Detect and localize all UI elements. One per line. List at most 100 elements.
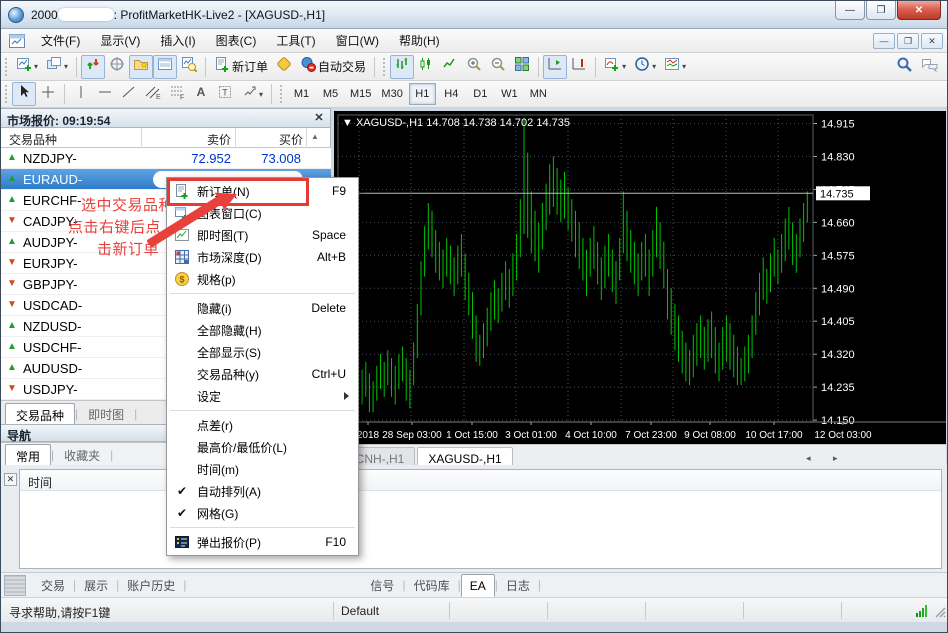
search-button[interactable] — [892, 55, 917, 79]
terminal-tab-账户历史[interactable]: 账户历史 — [119, 573, 183, 597]
menu-item-tools[interactable]: 工具(T) — [266, 28, 325, 53]
terminal-side-strip[interactable] — [4, 575, 26, 596]
child-restore-button[interactable]: ❐ — [897, 33, 919, 49]
terminal-tab-展示[interactable]: 展示 — [76, 573, 116, 597]
context-menu-item-symbols[interactable]: 交易品种(y)Ctrl+U — [167, 363, 358, 385]
market-watch-row-nzdjpy[interactable]: ▲NZDJPY-72.95273.008 — [1, 148, 331, 169]
column-bid[interactable]: 卖价 — [151, 131, 231, 148]
label-tool-button[interactable]: T — [213, 82, 237, 106]
toolbar-grip[interactable] — [383, 58, 386, 76]
toolbar-grip[interactable] — [5, 58, 8, 76]
close-icon[interactable]: ✕ — [312, 112, 326, 124]
toolbar-grip[interactable] — [280, 85, 283, 103]
minimize-button[interactable]: — — [835, 1, 865, 20]
context-menu-item-market-depth[interactable]: 市场深度(D)Alt+B — [167, 246, 358, 268]
new-chart-button[interactable]: ▾ — [12, 55, 42, 79]
arrows-tool-button[interactable]: ▾ — [237, 82, 267, 106]
tab-交易品种[interactable]: 交易品种 — [5, 403, 75, 424]
periods-button[interactable]: ▾ — [630, 55, 660, 79]
chart-window-system-icon[interactable] — [9, 34, 25, 48]
market-watch-button[interactable] — [81, 55, 105, 79]
timeframe-H1[interactable]: H1 — [409, 83, 436, 105]
line-chart-button[interactable] — [438, 55, 462, 79]
terminal-tab-代码库[interactable]: 代码库 — [406, 573, 458, 597]
channel-button[interactable]: E — [141, 82, 165, 106]
toolbar-grip[interactable] — [5, 85, 8, 103]
candlestick-button[interactable] — [414, 55, 438, 79]
context-menu-item-popup-prices[interactable]: 弹出报价(P)F10 — [167, 531, 358, 553]
text-tool-button[interactable]: A — [189, 82, 213, 106]
auto-scroll-button[interactable] — [567, 55, 591, 79]
restore-button[interactable]: ❐ — [866, 1, 896, 20]
terminal-button[interactable] — [153, 55, 177, 79]
chart-tab-scroll-arrows[interactable]: ◂ ▸ — [806, 453, 848, 464]
terminal-tab-EA[interactable]: EA — [461, 574, 495, 597]
bar-chart-button[interactable] — [390, 55, 414, 79]
price-chart[interactable]: 14.91514.83014.74514.66014.57514.49014.4… — [334, 111, 946, 444]
terminal-tab-信号[interactable]: 信号 — [362, 573, 402, 597]
context-menu-item-specification[interactable]: $规格(p) — [167, 268, 358, 290]
context-menu-item-grid[interactable]: ✔网格(G) — [167, 502, 358, 524]
context-menu-item-hide-all[interactable]: 全部隐藏(H) — [167, 319, 358, 341]
context-menu-item-hide[interactable]: 隐藏(i)Delete — [167, 297, 358, 319]
zoom-out-button[interactable] — [486, 55, 510, 79]
navigator-button[interactable] — [129, 55, 153, 79]
context-menu-item-settings[interactable]: 设定 — [167, 385, 358, 407]
market-watch-column-header[interactable]: 交易品种 卖价 买价 ▲ — [1, 128, 331, 148]
context-menu-item-auto-arrange[interactable]: ✔自动排列(A) — [167, 480, 358, 502]
strategy-tester-button[interactable] — [177, 55, 201, 79]
cursor-tool-button[interactable] — [12, 82, 36, 106]
menu-item-view[interactable]: 显示(V) — [90, 28, 150, 53]
fibonacci-button[interactable]: F — [165, 82, 189, 106]
terminal-time-column-header[interactable]: 时间 — [20, 470, 941, 491]
title-bar[interactable]: 2000: ProfitMarketHK-Live2 - [XAGUSD-,H1… — [1, 1, 948, 29]
menu-item-charts[interactable]: 图表(C) — [206, 28, 267, 53]
timeframe-H4[interactable]: H4 — [438, 83, 465, 105]
market-watch-header[interactable]: 市场报价: 09:19:54✕ — [1, 108, 331, 128]
tab-即时图[interactable]: 即时图 — [78, 403, 134, 424]
terminal-tab-日志[interactable]: 日志 — [498, 573, 538, 597]
timeframe-M1[interactable]: M1 — [288, 83, 315, 105]
status-profile[interactable]: Default — [341, 604, 379, 618]
crosshair-tool-button[interactable] — [36, 82, 60, 106]
context-menu-item-time[interactable]: 时间(m) — [167, 458, 358, 480]
timeframe-M30[interactable]: M30 — [377, 83, 406, 105]
zoom-in-button[interactable] — [462, 55, 486, 79]
new-order-button[interactable]: 新订单 — [210, 55, 272, 79]
timeframe-MN[interactable]: MN — [525, 83, 552, 105]
resize-grip[interactable] — [934, 606, 947, 622]
expert-advisors-button[interactable] — [272, 55, 296, 79]
trendline-button[interactable] — [117, 82, 141, 106]
timeframe-W1[interactable]: W1 — [496, 83, 523, 105]
nav-tab-收藏夹[interactable]: 收藏夹 — [54, 444, 110, 465]
tile-windows-button[interactable] — [510, 55, 534, 79]
timeframe-D1[interactable]: D1 — [467, 83, 494, 105]
chart-shift-button[interactable] — [543, 55, 567, 79]
context-menu-item-tick-chart[interactable]: 即时图(T)Space — [167, 224, 358, 246]
column-ask[interactable]: 买价 — [241, 131, 303, 148]
scroll-up-icon[interactable]: ▲ — [311, 132, 319, 141]
menu-item-insert[interactable]: 插入(I) — [150, 28, 205, 53]
terminal-tab-交易[interactable]: 交易 — [33, 573, 73, 597]
auto-trading-button[interactable]: 自动交易 — [296, 55, 370, 79]
timeframe-M15[interactable]: M15 — [346, 83, 375, 105]
context-menu-item-spread[interactable]: 点差(r) — [167, 414, 358, 436]
child-minimize-button[interactable]: — — [873, 33, 895, 49]
column-symbol[interactable]: 交易品种 — [9, 131, 57, 148]
nav-tab-常用[interactable]: 常用 — [5, 444, 51, 465]
horizontal-line-button[interactable] — [93, 82, 117, 106]
close-button[interactable]: ✕ — [897, 1, 941, 20]
profiles-button[interactable]: ▾ — [42, 55, 72, 79]
templates-button[interactable]: ▾ — [660, 55, 690, 79]
timeframe-M5[interactable]: M5 — [317, 83, 344, 105]
menu-item-help[interactable]: 帮助(H) — [389, 28, 450, 53]
menu-item-file[interactable]: 文件(F) — [31, 28, 90, 53]
child-close-button[interactable]: ✕ — [921, 33, 943, 49]
data-window-button[interactable] — [105, 55, 129, 79]
indicators-button[interactable]: ▾ — [600, 55, 630, 79]
context-menu-item-high-low[interactable]: 最高价/最低价(L) — [167, 436, 358, 458]
chat-button[interactable] — [917, 55, 943, 79]
vertical-line-button[interactable] — [69, 82, 93, 106]
close-icon[interactable]: ✕ — [4, 473, 17, 486]
context-menu-item-show-all[interactable]: 全部显示(S) — [167, 341, 358, 363]
